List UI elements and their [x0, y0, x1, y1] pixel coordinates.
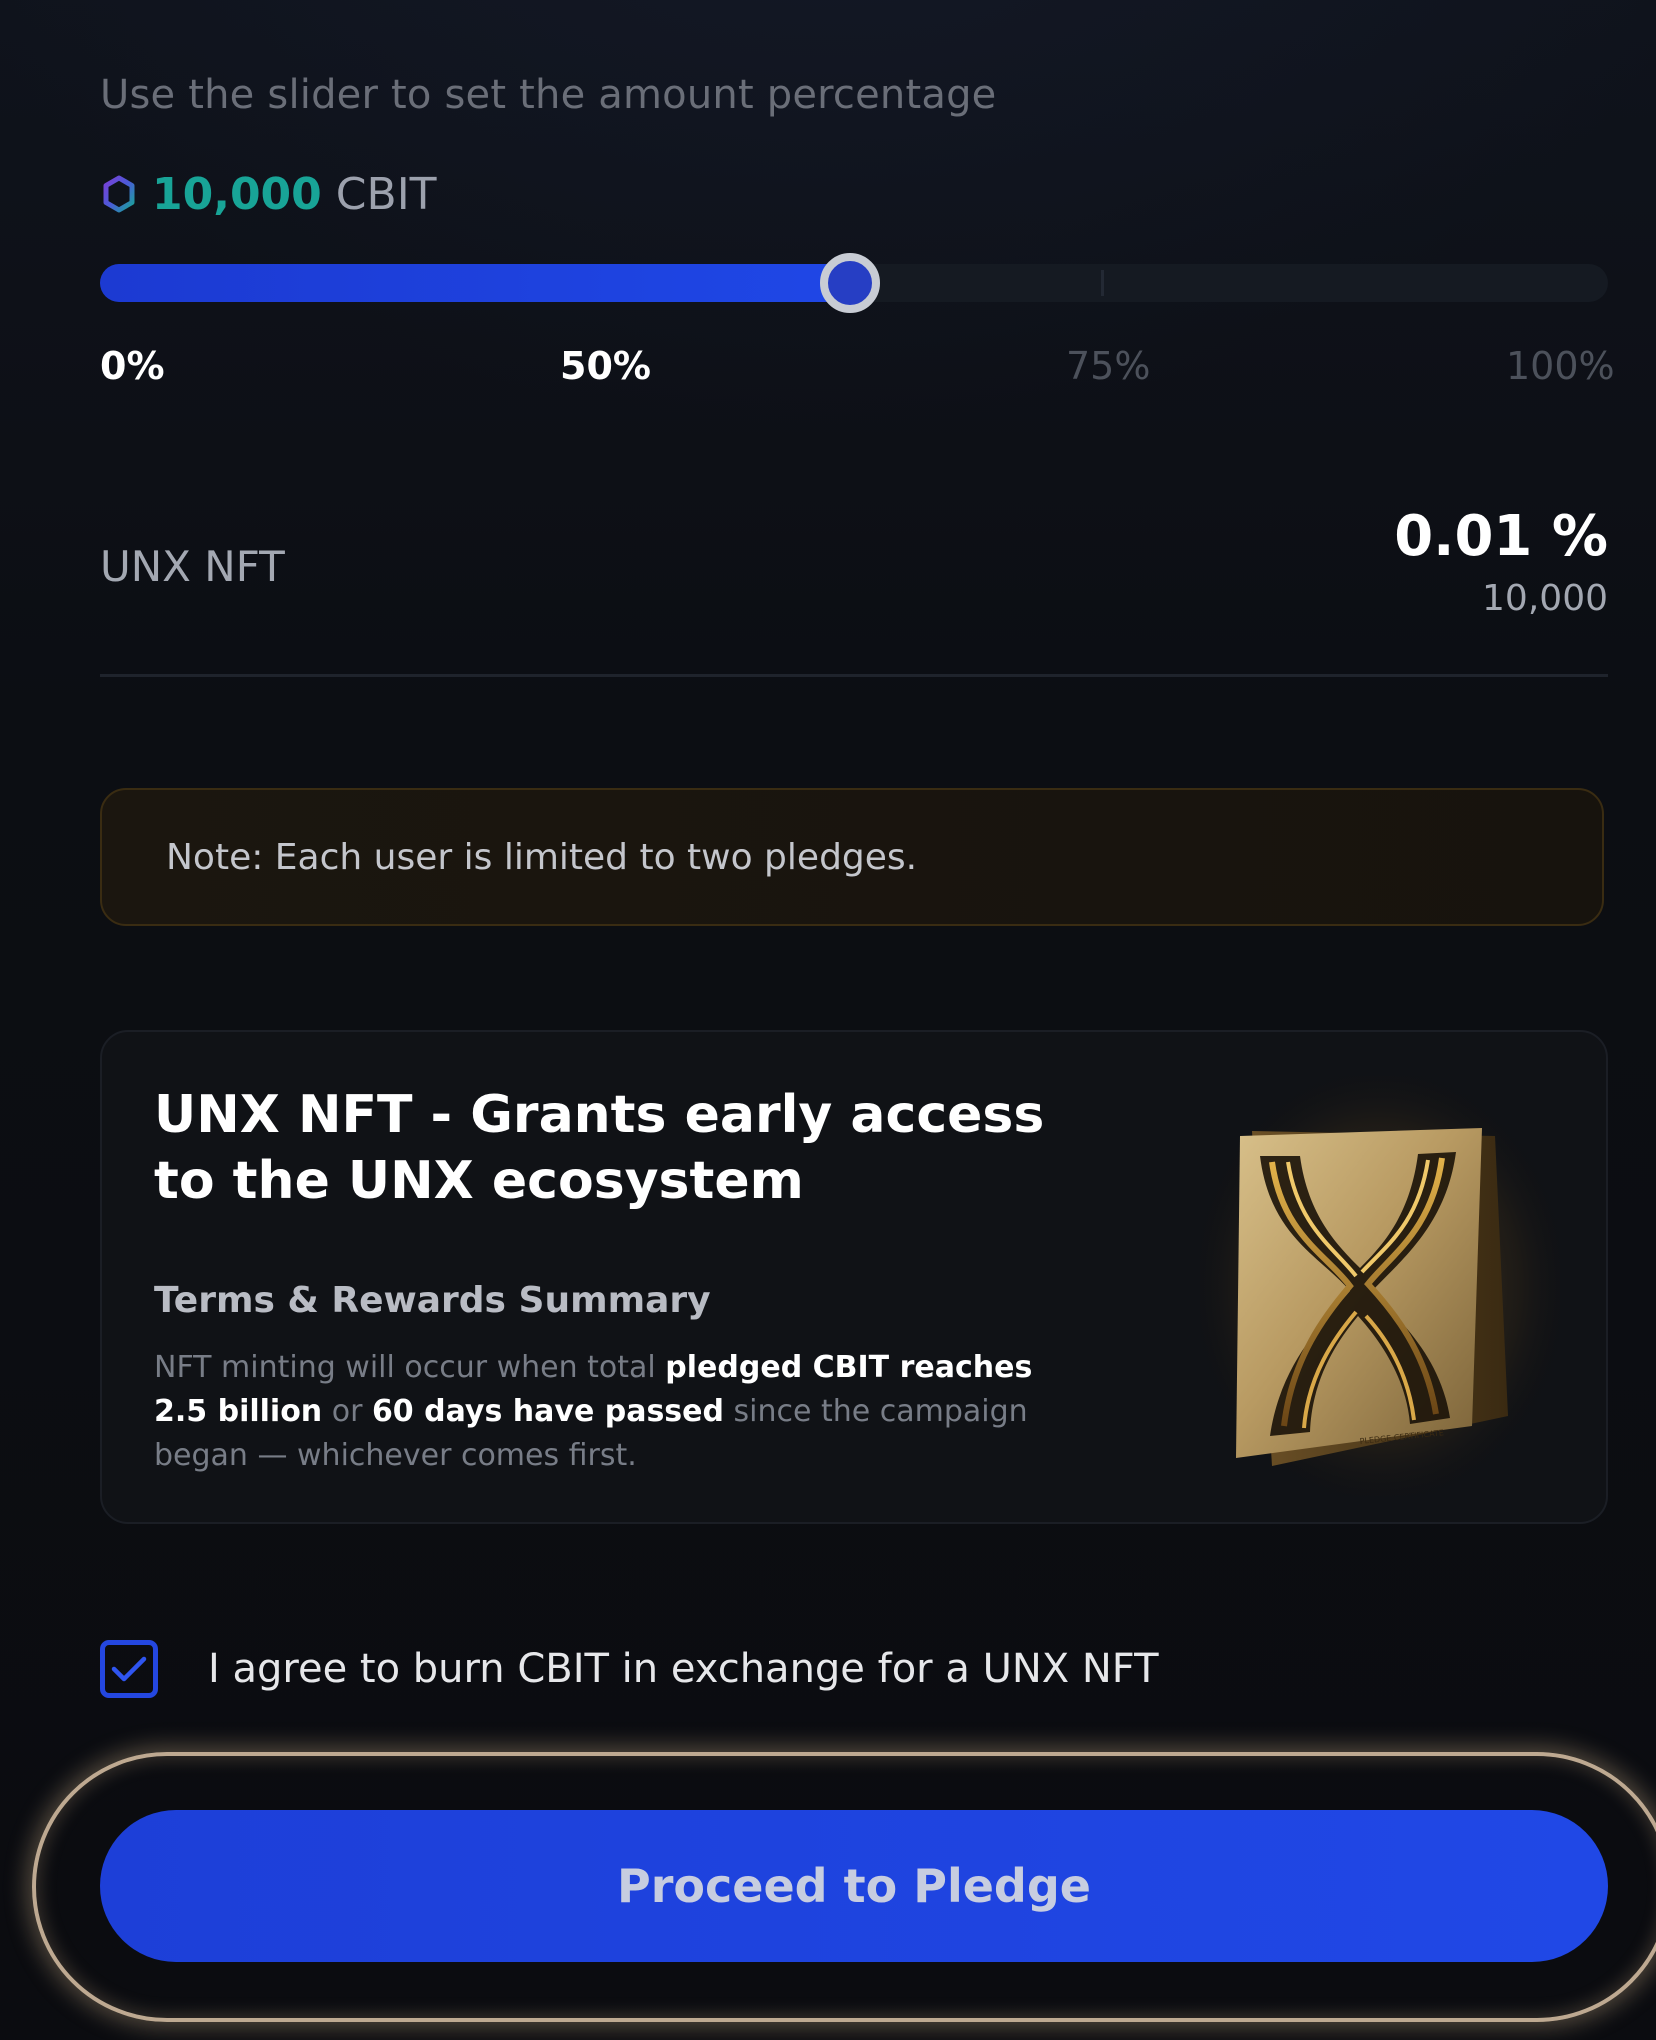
nft-certificate-image: PLEDGE CERTIFICATE: [1200, 1076, 1560, 1496]
slider-tick-75: [1101, 270, 1104, 296]
amount-value: 10,000: [152, 168, 322, 220]
slider-hint: Use the slider to set the amount percent…: [100, 72, 997, 118]
nft-amount: 10,000: [1482, 578, 1608, 619]
proceed-to-pledge-button[interactable]: Proceed to Pledge: [100, 1810, 1608, 1962]
slider-label-75[interactable]: 75%: [1066, 344, 1150, 388]
terms-text-1: NFT minting will occur when total: [154, 1350, 666, 1385]
nft-percent: 0.01 %: [1394, 504, 1608, 569]
slider-handle[interactable]: [820, 253, 881, 313]
pledge-limit-note: Note: Each user is limited to two pledge…: [100, 788, 1604, 926]
agree-label[interactable]: I agree to burn CBIT in exchange for a U…: [208, 1646, 1159, 1692]
amount-slider[interactable]: [100, 253, 1608, 313]
agree-row[interactable]: I agree to burn CBIT in exchange for a U…: [100, 1636, 1159, 1702]
slider-label-0[interactable]: 0%: [100, 344, 165, 388]
nft-label: UNX NFT: [100, 542, 285, 591]
terms-description: NFT minting will occur when total pledge…: [154, 1346, 1084, 1478]
terms-heading: Terms & Rewards Summary: [154, 1280, 711, 1321]
slider-label-100[interactable]: 100%: [1506, 344, 1615, 388]
slider-fill: [100, 264, 847, 302]
pledge-panel: Use the slider to set the amount percent…: [0, 0, 1656, 2040]
nft-info-card: UNX NFT - Grants early access to the UNX…: [100, 1030, 1608, 1524]
amount-unit: CBIT: [335, 168, 437, 220]
slider-label-50[interactable]: 50%: [560, 344, 651, 388]
terms-highlight-2: 60 days have passed: [371, 1394, 724, 1429]
divider: [100, 674, 1608, 677]
checkmark-icon: [111, 1656, 147, 1682]
agree-checkbox[interactable]: [100, 1640, 158, 1698]
pledge-amount: 10,000 CBIT: [100, 166, 437, 222]
cbit-token-icon: [103, 175, 135, 213]
card-title: UNX NFT - Grants early access to the UNX…: [154, 1085, 1045, 1211]
terms-text-2: or: [322, 1394, 372, 1429]
